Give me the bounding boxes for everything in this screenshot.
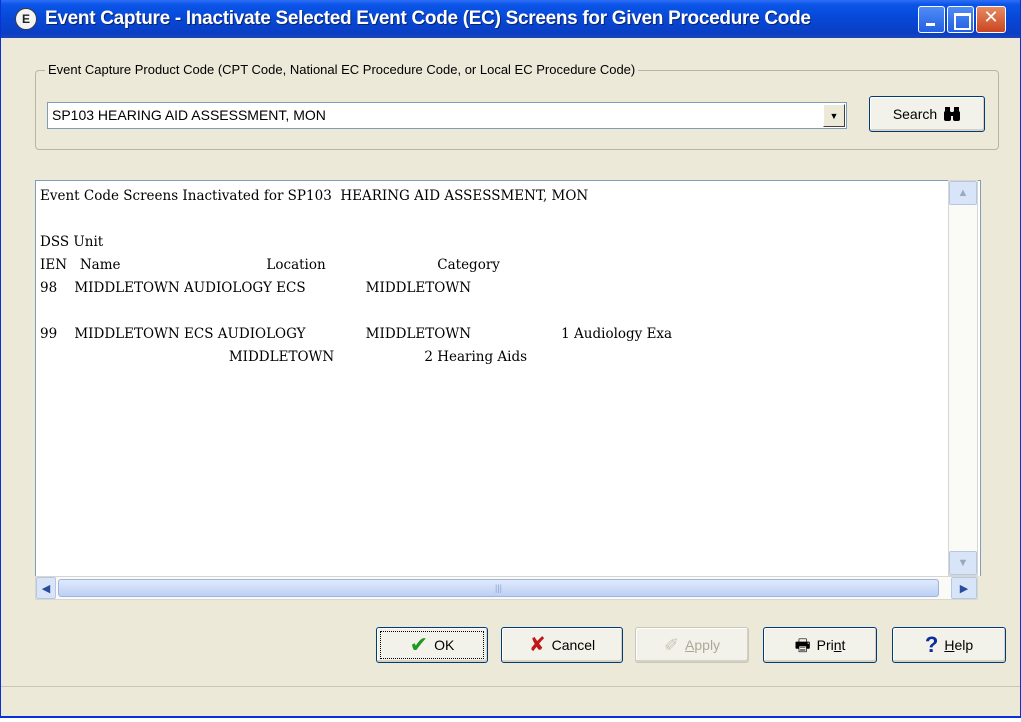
cancel-button[interactable]: ✘ Cancel [501, 627, 623, 663]
report-line: DSS Unit [40, 234, 104, 250]
horizontal-scroll-thumb[interactable]: ||| [58, 579, 939, 597]
printer-icon: 🖶 [794, 635, 811, 655]
print-button-label: Print [816, 637, 846, 653]
procedure-code-group-label: Event Capture Product Code (CPT Code, Na… [45, 62, 639, 77]
procedure-code-value: SP103 HEARING AID ASSESSMENT, MON [52, 107, 326, 123]
apply-button-label: Apply [685, 637, 721, 653]
binoculars-icon [944, 107, 961, 121]
event-capture-window: E Event Capture - Inactivate Selected Ev… [0, 0, 1021, 718]
procedure-code-combobox[interactable]: SP103 HEARING AID ASSESSMENT, MON ▼ [47, 102, 847, 129]
report-line: 98 MIDDLETOWN AUDIOLOGY ECS MIDDLETOWN [40, 280, 472, 296]
minimize-button[interactable] [918, 6, 945, 33]
report-line: IEN Name Location Category [40, 257, 500, 273]
search-button[interactable]: Search [869, 96, 985, 132]
cancel-button-label: Cancel [551, 637, 596, 653]
report-text: Event Code Screens Inactivated for SP103… [36, 181, 676, 373]
close-button[interactable]: ✕ [976, 6, 1006, 33]
ok-button-label: OK [434, 637, 455, 653]
help-button-label: Help [944, 637, 974, 653]
apply-button[interactable]: ✐ Apply [635, 627, 749, 663]
search-button-label: Search [892, 106, 938, 122]
report-line: Event Code Screens Inactivated for SP103… [40, 188, 589, 204]
app-icon: E [15, 8, 37, 30]
help-button[interactable]: ? Help [892, 627, 1006, 663]
window-bottom-border [0, 716, 1021, 718]
wand-icon: ✐ [663, 635, 680, 655]
scroll-right-icon[interactable]: ▶ [951, 577, 977, 599]
report-line: 99 MIDDLETOWN ECS AUDIOLOGY MIDDLETOWN 1… [40, 326, 673, 342]
chevron-down-icon[interactable]: ▼ [823, 104, 845, 127]
ok-button[interactable]: ✔ OK [376, 627, 488, 663]
question-icon: ? [924, 632, 939, 657]
status-bar [1, 686, 1020, 716]
scroll-left-icon[interactable]: ◀ [36, 577, 56, 599]
checkmark-icon: ✔ [409, 632, 429, 657]
window-title: Event Capture - Inactivate Selected Even… [45, 8, 811, 29]
scrollbar-corner [978, 576, 1004, 600]
maximize-button[interactable] [947, 6, 974, 33]
vertical-scrollbar[interactable]: ▲ ▼ [948, 180, 978, 576]
x-icon: ✘ [528, 634, 546, 656]
inactivation-report-memo[interactable]: Event Code Screens Inactivated for SP103… [35, 180, 981, 600]
print-button[interactable]: 🖶 Print [763, 627, 877, 663]
scroll-down-icon[interactable]: ▼ [949, 551, 977, 575]
scroll-up-icon[interactable]: ▲ [949, 181, 977, 205]
close-icon: ✕ [983, 7, 999, 28]
horizontal-scrollbar[interactable]: ◀ ||| ▶ [35, 576, 978, 600]
report-line: MIDDLETOWN 2 Hearing Aids [40, 349, 528, 365]
title-bar[interactable]: E Event Capture - Inactivate Selected Ev… [1, 0, 1020, 38]
